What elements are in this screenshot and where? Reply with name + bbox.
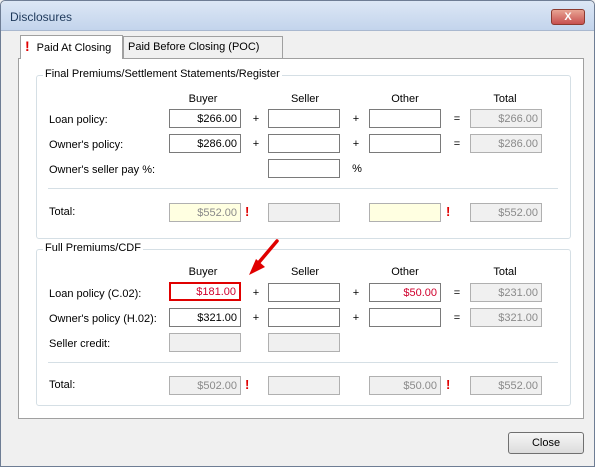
plus-sign: + xyxy=(352,287,360,299)
equals-sign: = xyxy=(453,287,461,299)
final-owners-other-input[interactable] xyxy=(369,134,441,153)
final-owners-buyer-input[interactable]: $286.00 xyxy=(169,134,241,153)
col-header-buyer: Buyer xyxy=(188,266,218,278)
warning-icon: ! xyxy=(446,377,451,392)
final-total-label: Total: xyxy=(49,206,76,218)
full-total-seller-field xyxy=(268,376,340,395)
final-total-other-field xyxy=(369,203,441,222)
separator xyxy=(48,188,558,189)
seller-credit-label: Seller credit: xyxy=(49,338,111,350)
close-button[interactable]: Close xyxy=(508,432,584,454)
col-header-total: Total xyxy=(493,93,517,105)
tab-label: Paid Before Closing (POC) xyxy=(128,41,260,53)
plus-sign: + xyxy=(252,113,260,125)
separator xyxy=(48,362,558,363)
loan-policy-label: Loan policy: xyxy=(49,114,108,126)
tab-paid-before-closing[interactable]: Paid Before Closing (POC) xyxy=(123,36,283,58)
full-total-total-field: $552.00 xyxy=(470,376,542,395)
warning-icon: ! xyxy=(245,204,250,219)
warning-icon: ! xyxy=(446,204,451,219)
loan-policy-c02-label: Loan policy (C.02): xyxy=(49,288,142,300)
col-header-other: Other xyxy=(391,93,419,105)
equals-sign: = xyxy=(453,113,461,125)
full-loan-other-input[interactable]: $50.00 xyxy=(369,283,441,302)
owners-policy-label: Owner's policy: xyxy=(49,139,124,151)
final-total-total-field: $552.00 xyxy=(470,203,542,222)
plus-sign: + xyxy=(252,138,260,150)
col-header-total: Total xyxy=(493,266,517,278)
full-total-label: Total: xyxy=(49,379,76,391)
window-close-button[interactable]: X xyxy=(551,9,585,25)
full-owners-buyer-input[interactable]: $321.00 xyxy=(169,308,241,327)
full-owners-other-input[interactable] xyxy=(369,308,441,327)
group-title: Final Premiums/Settlement Statements/Reg… xyxy=(43,68,282,80)
final-loan-total-field: $266.00 xyxy=(470,109,542,128)
full-total-buyer-field: $502.00 xyxy=(169,376,241,395)
final-total-buyer-field: $552.00 xyxy=(169,203,241,222)
final-loan-other-input[interactable] xyxy=(369,109,441,128)
tab-label: Paid At Closing xyxy=(36,42,112,54)
final-owners-total-field: $286.00 xyxy=(470,134,542,153)
owners-seller-pay-label: Owner's seller pay %: xyxy=(49,164,156,176)
percent-sign: % xyxy=(352,163,362,175)
tab-warning-icon: ! xyxy=(25,38,30,54)
full-loan-buyer-input[interactable]: $181.00 xyxy=(169,282,241,301)
group-title: Full Premiums/CDF xyxy=(43,242,143,254)
plus-sign: + xyxy=(252,312,260,324)
equals-sign: = xyxy=(453,138,461,150)
tab-paid-at-closing[interactable]: ! Paid At Closing xyxy=(20,35,123,59)
plus-sign: + xyxy=(352,312,360,324)
final-loan-buyer-input[interactable]: $266.00 xyxy=(169,109,241,128)
full-loan-total-field: $231.00 xyxy=(470,283,542,302)
plus-sign: + xyxy=(352,138,360,150)
tab-panel: Final Premiums/Settlement Statements/Reg… xyxy=(18,58,584,419)
plus-sign: + xyxy=(252,287,260,299)
final-total-seller-field xyxy=(268,203,340,222)
col-header-buyer: Buyer xyxy=(188,93,218,105)
full-total-other-field: $50.00 xyxy=(369,376,441,395)
warning-icon: ! xyxy=(245,377,250,392)
plus-sign: + xyxy=(352,113,360,125)
full-owners-total-field: $321.00 xyxy=(470,308,542,327)
col-header-seller: Seller xyxy=(290,266,320,278)
window-title: Disclosures xyxy=(10,10,73,24)
owners-policy-h02-label: Owner's policy (H.02): xyxy=(49,313,157,325)
full-owners-seller-input[interactable] xyxy=(268,308,340,327)
final-owners-seller-input[interactable] xyxy=(268,134,340,153)
col-header-seller: Seller xyxy=(290,93,320,105)
title-bar: Disclosures X xyxy=(1,1,594,31)
equals-sign: = xyxy=(453,312,461,324)
seller-credit-seller-field xyxy=(268,333,340,352)
owners-seller-pay-input[interactable] xyxy=(268,159,340,178)
disclosures-dialog: Disclosures X ! Paid At Closing Paid Befo… xyxy=(0,0,595,467)
col-header-other: Other xyxy=(391,266,419,278)
final-loan-seller-input[interactable] xyxy=(268,109,340,128)
full-loan-seller-input[interactable] xyxy=(268,283,340,302)
seller-credit-buyer-field xyxy=(169,333,241,352)
